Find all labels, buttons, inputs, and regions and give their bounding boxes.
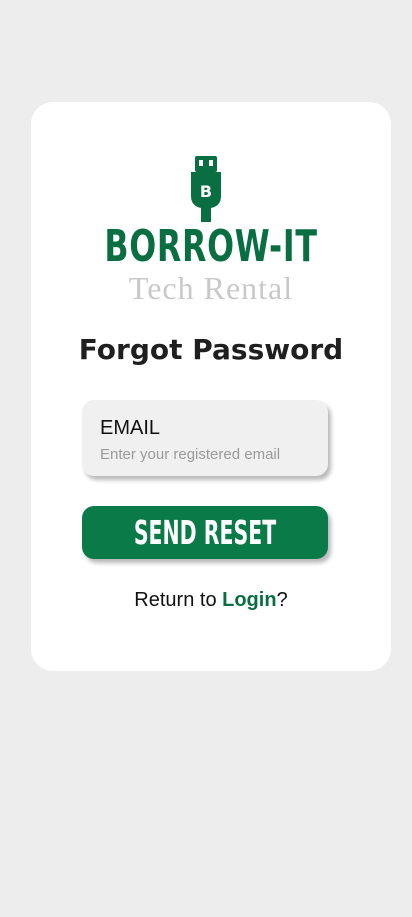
plug-letter: B bbox=[200, 182, 212, 201]
return-prefix: Return to bbox=[134, 589, 223, 611]
forgot-password-card: B BORROW-IT Tech Rental Forgot Password … bbox=[31, 102, 391, 671]
brand-tagline: Tech Rental bbox=[128, 270, 294, 306]
page-title: Forgot Password bbox=[78, 333, 344, 366]
usb-plug-icon: B bbox=[191, 156, 221, 222]
email-field[interactable]: EMAIL bbox=[82, 400, 328, 476]
return-suffix: ? bbox=[276, 589, 288, 611]
return-to-login: Return to Login? bbox=[31, 588, 391, 612]
login-link[interactable]: Login bbox=[222, 589, 276, 611]
brand-logo: B BORROW-IT Tech Rental bbox=[31, 156, 391, 306]
brand-name: BORROW-IT bbox=[104, 221, 318, 272]
send-reset-link-button[interactable]: SEND RESET LINK bbox=[82, 506, 328, 605]
email-label: EMAIL bbox=[100, 417, 161, 439]
email-input[interactable] bbox=[100, 444, 316, 464]
